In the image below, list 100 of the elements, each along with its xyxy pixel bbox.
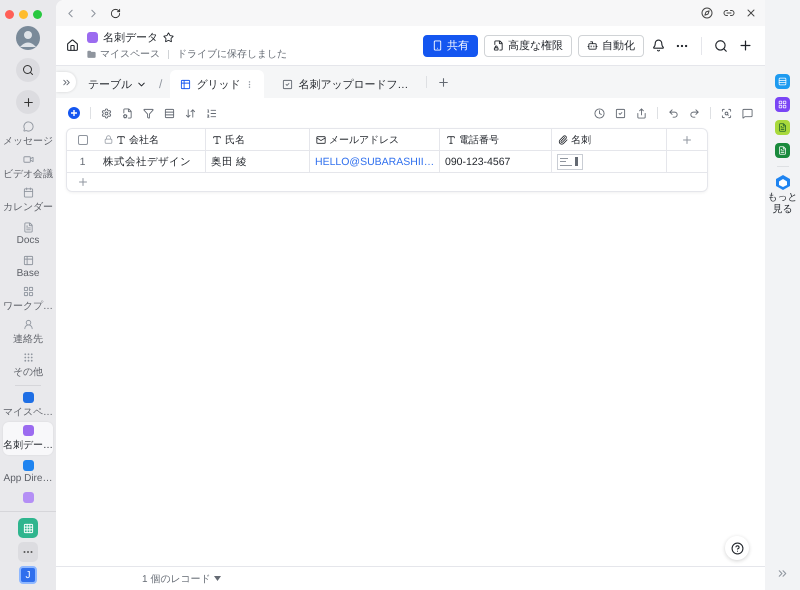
row-number: 1 xyxy=(78,154,86,170)
text-field-icon xyxy=(212,134,222,144)
sidebar-item[interactable]: メッセージ xyxy=(3,118,53,151)
add-record-icon[interactable] xyxy=(68,107,80,119)
column-header[interactable]: 名刺 xyxy=(552,129,667,150)
settings-icon[interactable] xyxy=(101,108,112,118)
notification-icon[interactable] xyxy=(650,37,667,54)
sort-icon[interactable] xyxy=(185,108,196,118)
share-button[interactable]: 共有 xyxy=(423,34,478,56)
plus-icon xyxy=(22,96,34,108)
column-title: 会社名 xyxy=(129,134,159,146)
column-header[interactable]: 電話番号 xyxy=(440,129,552,150)
table-cell: 株式会社デザイン xyxy=(98,151,206,172)
briefcase-app-icon xyxy=(22,460,34,470)
column-header[interactable]: 氏名 xyxy=(206,129,310,150)
sidebar-item[interactable]: ビデオ会議 xyxy=(3,151,53,184)
sidebar-item[interactable]: その他 xyxy=(3,349,53,382)
redo-icon[interactable] xyxy=(689,108,700,118)
document-title: 名刺データ xyxy=(103,31,158,45)
paperclip-icon xyxy=(558,134,568,144)
search-button[interactable] xyxy=(16,58,40,82)
sheet-app-button[interactable] xyxy=(18,518,38,538)
comment-icon[interactable] xyxy=(742,108,753,118)
sidebar-item[interactable]: Base xyxy=(3,250,53,283)
grid-icon xyxy=(22,286,34,297)
undo-icon[interactable] xyxy=(668,108,679,118)
app-icon[interactable] xyxy=(775,97,790,112)
permission-icon xyxy=(493,40,504,51)
table-selector[interactable]: テーブル xyxy=(84,70,151,98)
reload-icon[interactable] xyxy=(110,8,121,18)
column-title: 名刺 xyxy=(571,134,591,146)
app-icon[interactable] xyxy=(775,120,790,135)
grid-icon xyxy=(22,522,34,534)
search-icon xyxy=(22,64,34,76)
view-tab[interactable]: 名刺アップロードフ… xyxy=(272,70,418,98)
field-settings-icon[interactable] xyxy=(122,108,133,118)
app-icon[interactable] xyxy=(775,143,790,158)
add-column-icon[interactable] xyxy=(681,134,693,146)
email-link[interactable]: HELLO@SUBARASHII… xyxy=(310,151,440,172)
dots-grid-icon xyxy=(22,352,34,363)
view-tab[interactable]: グリッド xyxy=(170,70,264,98)
sidebar-item[interactable]: ワークプ… xyxy=(3,283,53,316)
help-icon xyxy=(730,542,744,554)
header-button[interactable]: 自動化 xyxy=(578,34,644,56)
text-field-icon xyxy=(446,134,456,144)
save-status: ドライブに保存しました xyxy=(177,48,287,61)
compass-icon[interactable] xyxy=(701,7,713,19)
base-app-icon xyxy=(22,425,34,436)
header-button[interactable]: 高度な権限 xyxy=(484,34,572,56)
mail-icon xyxy=(316,134,326,144)
table-cell: 奥田 綾 xyxy=(206,151,310,172)
space-app-icon xyxy=(22,392,34,403)
add-button[interactable] xyxy=(16,90,40,114)
row-height-icon[interactable] xyxy=(206,108,217,118)
person-icon xyxy=(22,319,34,330)
star-icon[interactable] xyxy=(163,32,174,43)
column-title: 氏名 xyxy=(225,134,245,146)
link-icon[interactable] xyxy=(723,7,735,19)
checkbox-icon[interactable] xyxy=(615,108,626,118)
filter-icon[interactable] xyxy=(143,108,154,118)
user-avatar[interactable]: J xyxy=(19,566,37,584)
home-icon[interactable] xyxy=(66,39,79,52)
record-count[interactable]: 1 個のレコード xyxy=(136,570,228,586)
more-button[interactable] xyxy=(18,542,38,562)
document-icon xyxy=(22,222,34,232)
form-view-icon xyxy=(282,78,294,90)
column-header[interactable]: 会社名 xyxy=(98,129,206,150)
cube-icon xyxy=(776,175,790,190)
column-header[interactable]: メールアドレス xyxy=(310,129,440,150)
dropdown-caret-icon xyxy=(214,576,222,581)
calendar-icon xyxy=(22,187,34,198)
avatar[interactable] xyxy=(16,26,40,50)
table-icon xyxy=(22,254,34,266)
select-all-checkbox[interactable] xyxy=(78,134,88,144)
sidebar-item[interactable]: 名刺デー… xyxy=(3,422,53,455)
chevrons-right-icon xyxy=(60,76,72,88)
group-icon[interactable] xyxy=(164,108,175,118)
folder-icon xyxy=(87,50,96,58)
path-separator: / xyxy=(159,76,162,93)
sidebar-item[interactable]: Docs xyxy=(3,217,53,250)
column-title: 電話番号 xyxy=(459,134,499,146)
chat-bubble-icon xyxy=(22,121,34,132)
breadcrumb-link[interactable]: マイスペース xyxy=(100,47,160,61)
collapse-icon[interactable] xyxy=(776,567,789,580)
expand-button[interactable] xyxy=(56,72,76,92)
close-icon[interactable] xyxy=(745,7,757,19)
app-icon[interactable] xyxy=(775,74,790,89)
table-cell: 090-123-4567 xyxy=(440,151,552,172)
base-app-icon xyxy=(87,32,98,43)
video-camera-icon xyxy=(22,154,34,165)
add-row-icon[interactable] xyxy=(77,176,89,188)
grid-view-icon xyxy=(180,78,192,90)
sidebar-item[interactable]: マイスペ… xyxy=(3,389,53,422)
sidebar-item[interactable]: App Dire… xyxy=(3,455,53,488)
robot-icon xyxy=(587,40,598,51)
help-button[interactable] xyxy=(725,536,749,560)
sidebar-item[interactable]: カレンダー xyxy=(3,184,53,217)
history-icon[interactable] xyxy=(594,108,605,118)
sidebar-item[interactable]: 連絡先 xyxy=(3,316,53,349)
more-apps-button[interactable]: もっと見る xyxy=(766,175,800,216)
